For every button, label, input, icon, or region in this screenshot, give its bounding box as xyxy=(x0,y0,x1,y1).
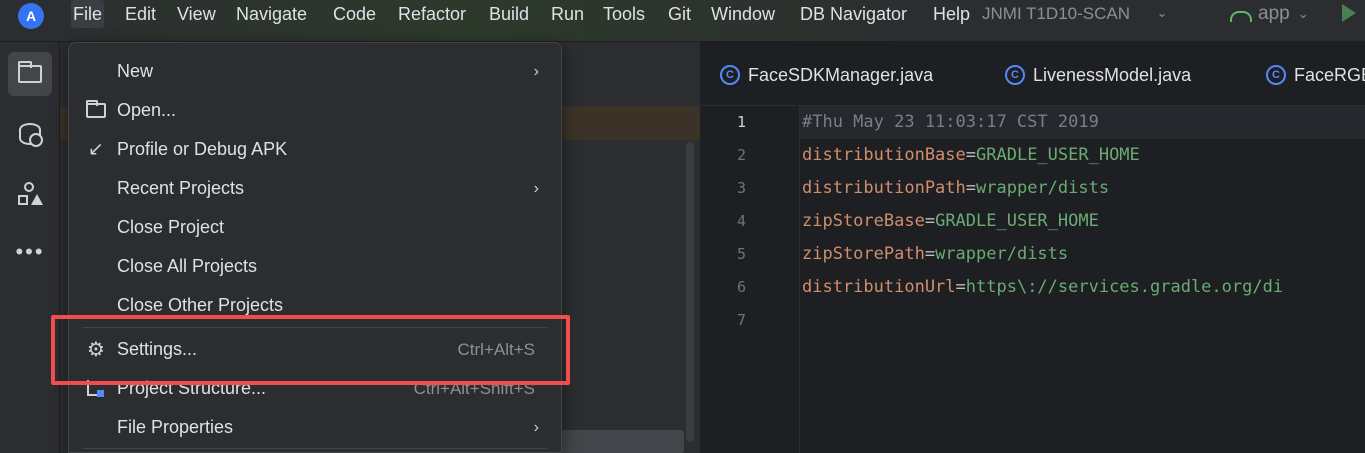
equals-sign: = xyxy=(924,211,936,231)
tab-label: LivenessModel.java xyxy=(1033,64,1192,85)
chevron-down-icon[interactable]: ⌄ xyxy=(1154,5,1170,21)
menu-view[interactable]: View xyxy=(175,0,218,28)
panel-tree-row[interactable] xyxy=(560,430,684,453)
tab-facesdkmanager[interactable]: C FaceSDKManager.java xyxy=(720,62,933,88)
file-menu-dropdown: New › Open... ↙ Profile or Debug APK Rec… xyxy=(68,42,562,453)
property-key: distributionUrl xyxy=(802,277,956,297)
property-key: zipStoreBase xyxy=(802,211,925,231)
resource-manager-tool-button[interactable] xyxy=(8,172,52,216)
project-name[interactable]: JNMI T1D10-SCAN xyxy=(982,0,1130,28)
editor-gutter: 1 2 3 4 5 6 7 xyxy=(700,106,800,453)
equals-sign: = xyxy=(965,178,977,198)
more-dots-icon: ••• xyxy=(15,239,45,264)
menu-help[interactable]: Help xyxy=(931,0,972,28)
menu-bar: A File Edit View Navigate Code Refactor … xyxy=(0,0,1365,42)
profile-debug-icon: ↙ xyxy=(88,139,104,160)
menu-git[interactable]: Git xyxy=(666,0,693,28)
code-line[interactable]: #Thu May 23 11:03:17 CST 2019 xyxy=(802,106,1099,139)
file-menu-open[interactable]: Open... xyxy=(69,91,561,130)
project-tool-button[interactable] xyxy=(8,52,52,96)
more-tool-windows-button[interactable]: ••• xyxy=(8,230,52,274)
menu-tools[interactable]: Tools xyxy=(601,0,647,28)
menu-separator xyxy=(83,448,547,449)
file-menu-file-properties[interactable]: File Properties › xyxy=(69,408,561,447)
chevron-down-icon: ⌄ xyxy=(1297,6,1309,21)
menu-navigate[interactable]: Navigate xyxy=(234,0,309,28)
property-key: distributionPath xyxy=(802,178,966,198)
database-icon xyxy=(19,123,43,147)
chevron-right-icon: › xyxy=(533,179,539,197)
chevron-right-icon: › xyxy=(533,418,539,436)
file-menu-recent-projects[interactable]: Recent Projects › xyxy=(69,169,561,208)
java-class-icon: C xyxy=(1005,65,1025,85)
run-config-label: app xyxy=(1258,3,1290,24)
line-number: 3 xyxy=(736,179,746,197)
chevron-right-icon: › xyxy=(533,62,539,80)
menu-db-navigator[interactable]: DB Navigator xyxy=(798,0,909,28)
property-value: https\://services.gradle.org/di xyxy=(965,277,1284,297)
menu-item-label: New xyxy=(117,61,154,81)
java-class-icon: C xyxy=(1266,65,1286,85)
menu-run[interactable]: Run xyxy=(549,0,586,28)
property-value: GRADLE_USER_HOME xyxy=(976,145,1140,165)
code-line[interactable]: distributionPath=wrapper/dists xyxy=(802,172,1109,205)
database-tool-button[interactable] xyxy=(8,112,52,156)
code-editor[interactable]: #Thu May 23 11:03:17 CST 2019 distributi… xyxy=(802,106,1365,453)
tab-label: FaceSDKManager.java xyxy=(748,64,934,85)
menu-item-label: File Properties xyxy=(117,417,234,437)
open-folder-icon xyxy=(85,100,107,122)
line-number: 2 xyxy=(736,146,746,164)
equals-sign: = xyxy=(924,244,936,264)
menu-window[interactable]: Window xyxy=(709,0,777,28)
file-menu-profile-debug-apk[interactable]: ↙ Profile or Debug APK xyxy=(69,130,561,169)
equals-sign: = xyxy=(955,277,966,297)
settings-highlight-box xyxy=(51,315,570,385)
property-value: wrapper/dists xyxy=(935,244,1069,264)
comment-token: #Thu May 23 11:03:17 CST 2019 xyxy=(802,112,1099,132)
line-number: 1 xyxy=(736,113,746,131)
line-number: 6 xyxy=(736,278,746,296)
run-icon[interactable] xyxy=(1342,4,1356,22)
tab-facergb[interactable]: C FaceRGB xyxy=(1266,62,1365,88)
menu-edit[interactable]: Edit xyxy=(123,0,158,28)
tool-window-strip: ••• xyxy=(0,42,60,453)
line-number: 5 xyxy=(736,245,746,263)
run-config-selector[interactable]: app ⌄ xyxy=(1228,0,1309,28)
menu-item-label: Close Project xyxy=(117,217,225,237)
menu-code[interactable]: Code xyxy=(331,0,378,28)
property-key: zipStorePath xyxy=(802,244,925,264)
menu-item-label: Close Other Projects xyxy=(117,295,284,315)
file-menu-close-all-projects[interactable]: Close All Projects xyxy=(69,247,561,286)
menu-item-label: Close All Projects xyxy=(117,256,258,276)
menu-file[interactable]: File xyxy=(71,0,105,28)
code-line[interactable]: zipStorePath=wrapper/dists xyxy=(802,238,1068,271)
tab-label: FaceRGB xyxy=(1294,64,1365,85)
property-value: wrapper/dists xyxy=(976,178,1110,198)
file-menu-new[interactable]: New › xyxy=(69,52,561,91)
code-line[interactable]: distributionBase=GRADLE_USER_HOME xyxy=(802,139,1140,172)
menu-item-label: Recent Projects xyxy=(117,178,245,198)
java-class-icon: C xyxy=(720,65,740,85)
file-menu-close-project[interactable]: Close Project xyxy=(69,208,561,247)
line-number: 7 xyxy=(736,311,746,329)
property-value: GRADLE_USER_HOME xyxy=(935,211,1099,231)
code-line[interactable]: distributionUrl=https\://services.gradle… xyxy=(802,271,1283,304)
property-key: distributionBase xyxy=(802,145,966,165)
menu-build[interactable]: Build xyxy=(487,0,531,28)
android-studio-logo-icon[interactable]: A xyxy=(18,3,44,29)
line-number: 4 xyxy=(736,212,746,230)
android-icon xyxy=(1228,7,1252,22)
panel-scrollbar[interactable] xyxy=(686,142,694,442)
menu-item-label: Profile or Debug APK xyxy=(117,139,288,159)
tab-livenessmodel[interactable]: C LivenessModel.java xyxy=(1005,62,1191,88)
code-line[interactable]: zipStoreBase=GRADLE_USER_HOME xyxy=(802,205,1099,238)
menu-refactor[interactable]: Refactor xyxy=(396,0,468,28)
folder-icon xyxy=(18,61,42,83)
editor-tab-bar: C FaceSDKManager.java C LivenessModel.ja… xyxy=(700,42,1365,106)
menu-item-label: Open... xyxy=(117,100,177,120)
shapes-icon xyxy=(18,182,43,206)
equals-sign: = xyxy=(965,145,977,165)
